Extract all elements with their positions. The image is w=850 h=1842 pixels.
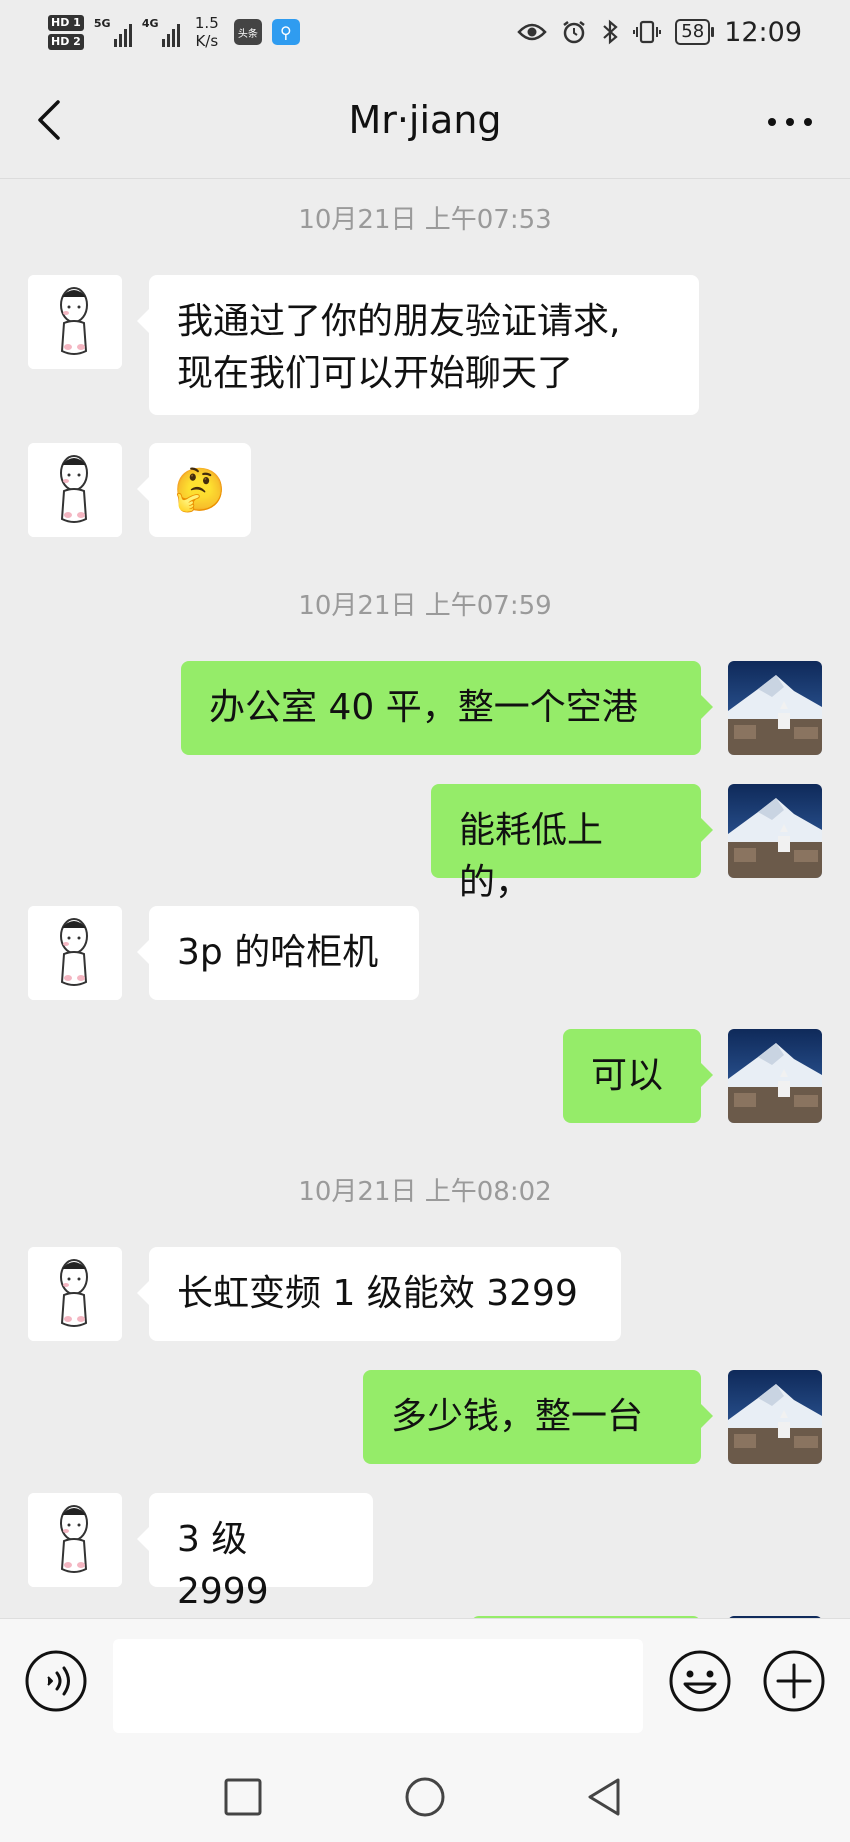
message-text: 3p 的哈柜机 (177, 932, 379, 973)
message-text: 可以 (591, 1055, 664, 1096)
message-bubble-outgoing[interactable]: 办公室 40 平，整一个空港 (181, 661, 713, 755)
status-left: HD 1 HD 2 5G 4G 1.5 K/s 头条 ⚲ (48, 8, 300, 56)
chat-header: Mr·jiang (0, 62, 850, 179)
eye-icon (517, 23, 547, 41)
alarm-icon (563, 21, 586, 44)
contact-avatar[interactable] (28, 1493, 122, 1587)
search-app-icon: ⚲ (271, 19, 300, 45)
message-bubble-outgoing[interactable]: 能耗低上的， (431, 784, 713, 903)
emoji-icon[interactable] (668, 1649, 732, 1713)
thinking-emoji-icon: 🤔 (173, 465, 227, 514)
signal-5g-icon: 5G (94, 17, 132, 47)
my-avatar[interactable] (728, 1029, 822, 1123)
message-text: 能耗低上的， (459, 810, 604, 903)
recent-apps-icon[interactable] (220, 1774, 266, 1820)
hd2-badge: HD 2 (48, 33, 84, 50)
news-app-icon: 头条 (233, 19, 262, 45)
status-right: 58 12:09 (517, 8, 802, 56)
timestamp: 10月21日 上午07:53 (298, 205, 552, 235)
back-nav-icon[interactable] (582, 1774, 628, 1820)
voice-input-icon[interactable] (24, 1649, 88, 1713)
message-text-line: 我通过了你的朋友验证请求, (177, 301, 621, 342)
system-navigation-bar (0, 1752, 850, 1842)
message-text: 多少钱，整一台 (391, 1396, 644, 1437)
message-bubble-outgoing[interactable]: 多少钱，整一台 (363, 1370, 713, 1464)
message-text: 长虹变频 1 级能效 3299 (177, 1273, 578, 1314)
contact-avatar[interactable] (28, 443, 122, 537)
message-bubble-incoming[interactable]: 长虹变频 1 级能效 3299 (137, 1247, 621, 1341)
hd1-badge: HD 1 (48, 14, 84, 31)
message-bubble-incoming[interactable]: 3p 的哈柜机 (137, 906, 419, 1000)
status-bar: HD 1 HD 2 5G 4G 1.5 K/s 头条 ⚲ 58 12:09 (0, 0, 850, 62)
signal-4g-icon: 4G (142, 17, 180, 47)
message-text-line: 现在我们可以开始聊天了 (177, 353, 574, 394)
message-bubble-outgoing[interactable]: 可以 (563, 1029, 713, 1123)
plus-icon[interactable] (762, 1649, 826, 1713)
contact-avatar[interactable] (28, 275, 122, 369)
timestamp: 10月21日 上午07:59 (298, 591, 552, 621)
message-bubble-incoming[interactable]: 我通过了你的朋友验证请求, 现在我们可以开始聊天了 (137, 275, 699, 415)
my-avatar[interactable] (728, 1370, 822, 1464)
timestamp: 10月21日 上午08:02 (298, 1177, 552, 1207)
vibrate-icon (633, 20, 662, 44)
status-time: 12:09 (724, 16, 802, 48)
message-bubble-incoming[interactable]: 3 级 2999 (137, 1493, 373, 1612)
network-speed: 1.5 K/s (194, 14, 219, 50)
my-avatar[interactable] (728, 784, 822, 878)
hd-indicators: HD 1 HD 2 (48, 14, 84, 50)
home-icon[interactable] (402, 1774, 448, 1820)
chat-title: Mr·jiang (348, 98, 502, 142)
message-text: 3 级 2999 (177, 1519, 269, 1612)
chat-area[interactable]: 10月21日 上午07:53 我通过了你的朋友验证请求, 现在我们可以开始聊天了… (0, 178, 850, 1618)
more-options-icon[interactable] (760, 102, 820, 142)
battery-indicator: 58 (675, 19, 715, 45)
input-bar (0, 1618, 850, 1753)
contact-avatar[interactable] (28, 906, 122, 1000)
message-text: 办公室 40 平，整一个空港 (209, 687, 638, 728)
bluetooth-icon (603, 19, 618, 45)
my-avatar[interactable] (728, 661, 822, 755)
contact-avatar[interactable] (28, 1247, 122, 1341)
message-input[interactable] (113, 1639, 643, 1733)
message-bubble-incoming[interactable]: 🤔 (137, 443, 251, 537)
